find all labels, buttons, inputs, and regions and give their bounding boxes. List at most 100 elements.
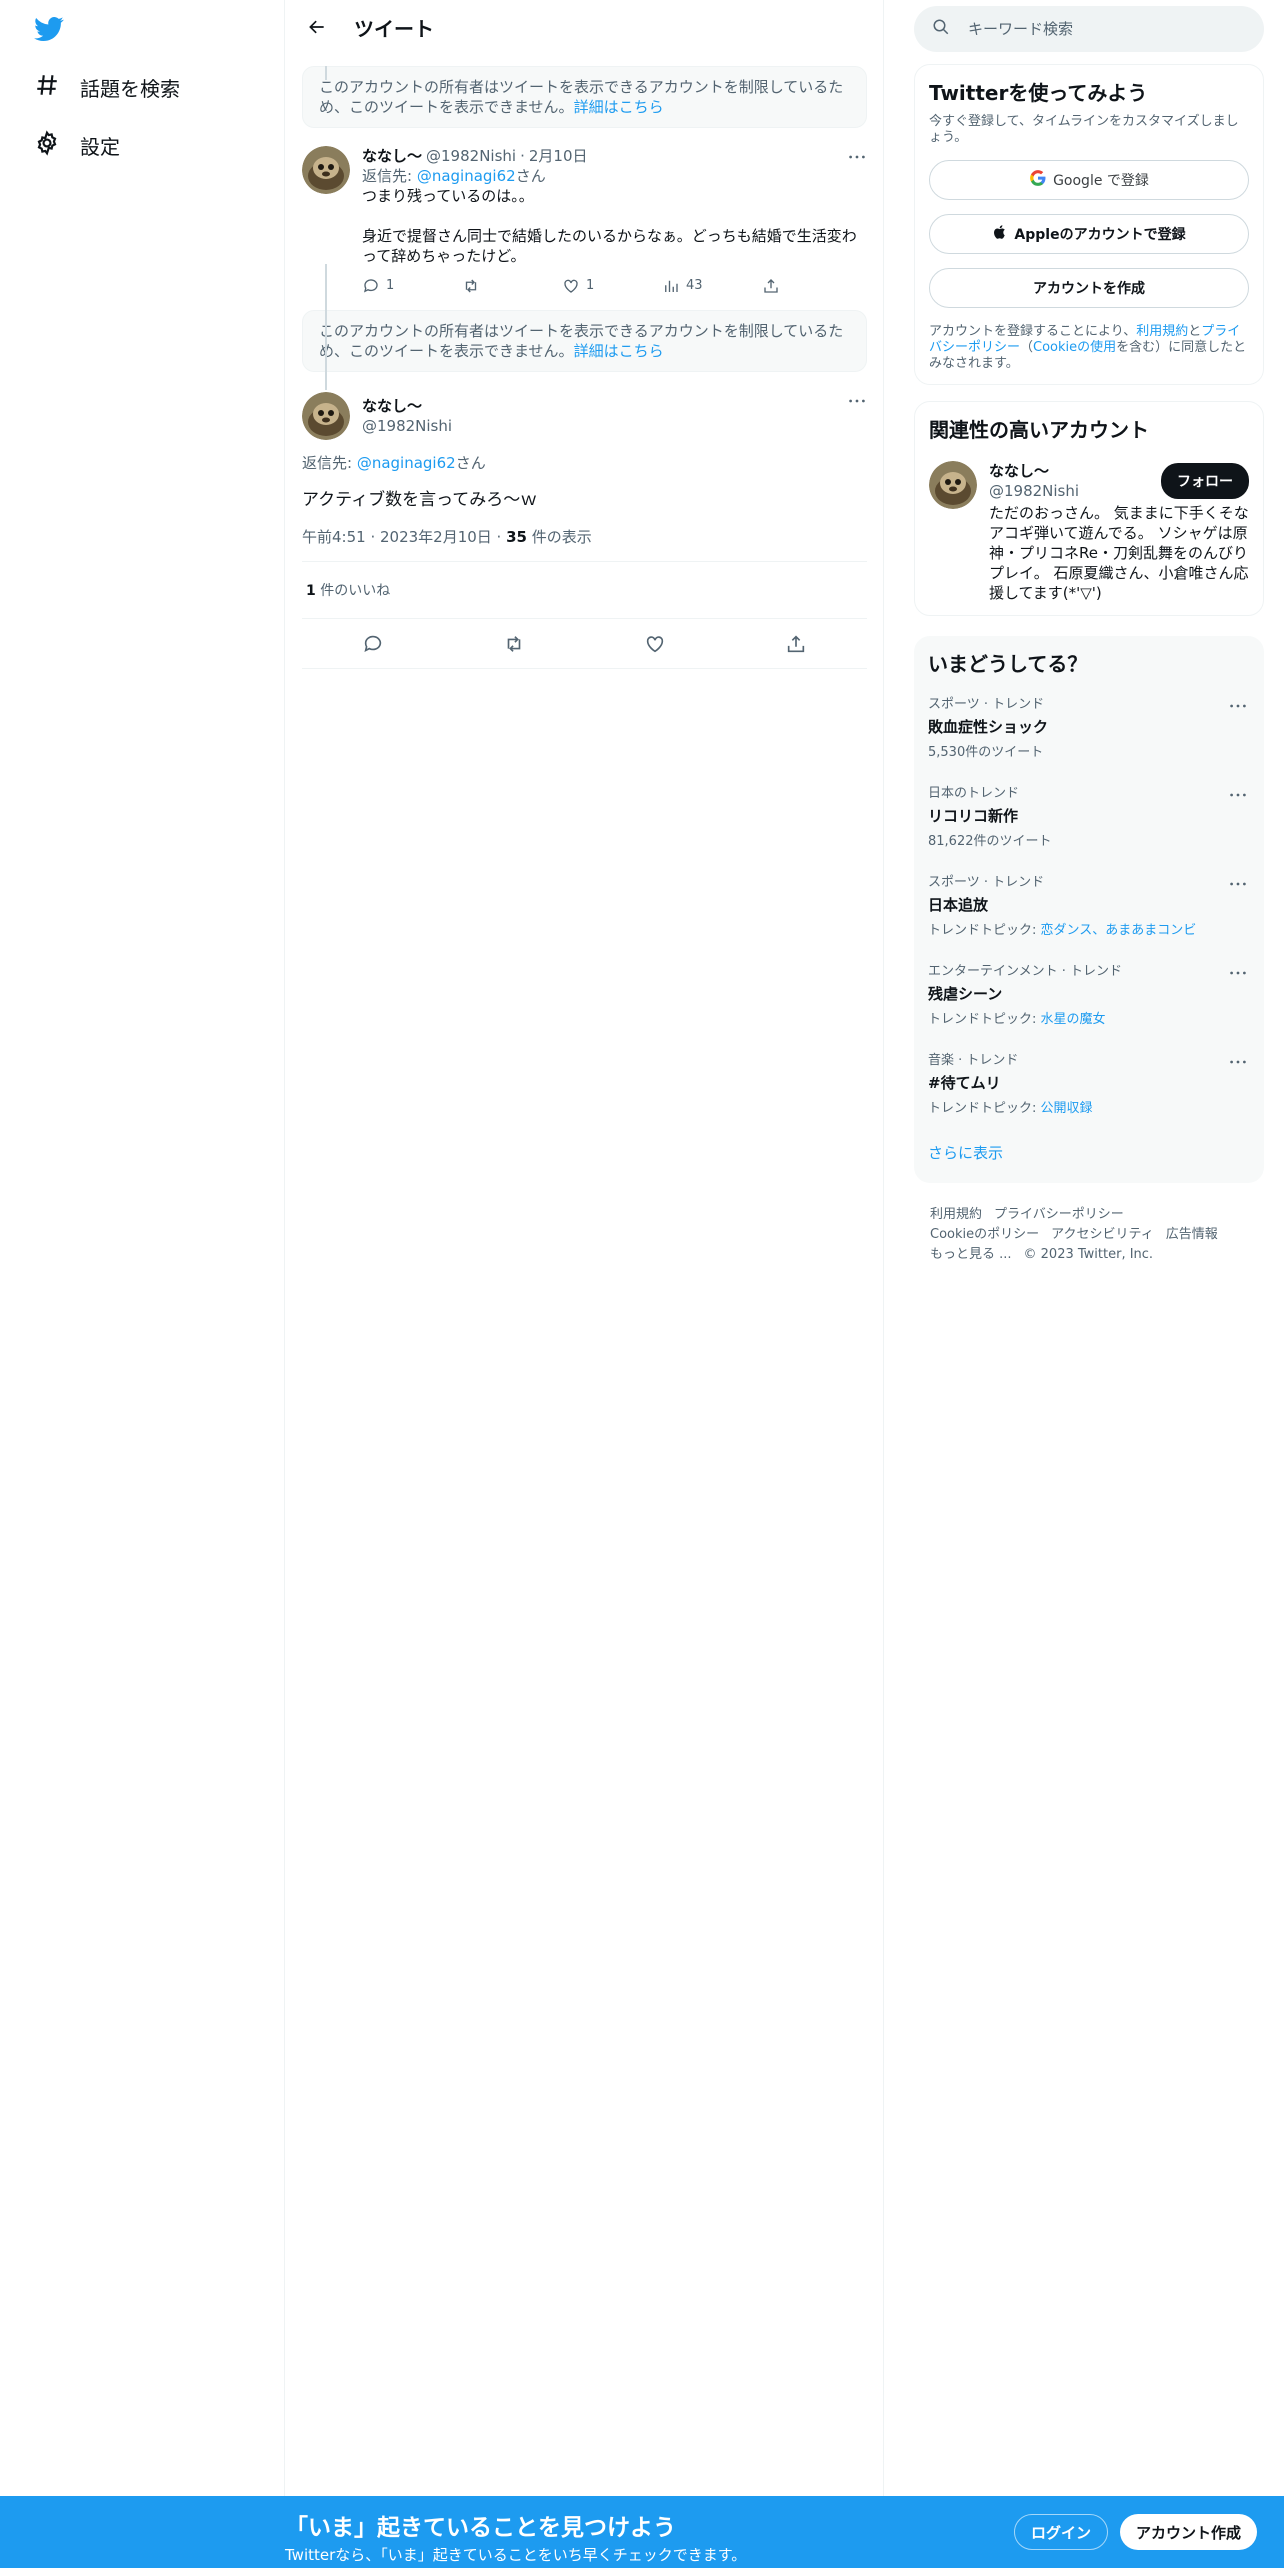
trend-sub-link[interactable]: 水星の魔女 bbox=[1041, 1012, 1106, 1027]
copyright: © 2023 Twitter, Inc. bbox=[1023, 1247, 1154, 1262]
reply-to-link[interactable]: @naginagi62 bbox=[357, 454, 456, 472]
create-account-button[interactable]: アカウントを作成 bbox=[929, 268, 1249, 308]
trends-card: いまどうしてる？ スポーツ · トレンド 敗血症性ショック 5,530件のツイー… bbox=[914, 636, 1264, 1183]
footer-link[interactable]: もっと見る ... bbox=[930, 1247, 1012, 1262]
follow-button[interactable]: フォロー bbox=[1161, 463, 1249, 499]
bottom-bar-subtitle: Twitterなら、「いま」起きていることをいち早くチェックできます。 bbox=[285, 2546, 747, 2564]
heart-icon[interactable] bbox=[644, 633, 666, 655]
gear-icon bbox=[34, 130, 60, 161]
more-options-icon[interactable] bbox=[1230, 782, 1246, 801]
avatar[interactable] bbox=[302, 392, 350, 440]
user-bio: ただのおっさん。 気ままに下手くそなアコギ弾いて遊んでる。 ソシャゲは原神・プリ… bbox=[989, 504, 1249, 602]
footer-link[interactable]: 広告情報 bbox=[1166, 1227, 1218, 1242]
display-name[interactable]: ななし～ bbox=[362, 146, 422, 166]
trend-sub-link[interactable]: 公開収録 bbox=[1041, 1101, 1093, 1116]
google-signup-label: Google で登録 bbox=[1053, 173, 1149, 189]
more-options-icon[interactable] bbox=[847, 150, 867, 164]
back-arrow-icon[interactable] bbox=[300, 10, 334, 44]
retweet-icon bbox=[465, 279, 477, 293]
trend-item[interactable]: 日本のトレンド リコリコ新作 81,622件のツイート bbox=[928, 782, 1250, 849]
search-box[interactable] bbox=[914, 6, 1264, 52]
user-handle[interactable]: @1982Nishi bbox=[362, 416, 452, 436]
login-button[interactable]: ログイン bbox=[1014, 2514, 1109, 2550]
reply-to-link[interactable]: @naginagi62 bbox=[417, 167, 516, 185]
sidebar-item-explore[interactable]: 話題を検索 bbox=[34, 72, 180, 103]
tweet-text: アクティブ数を言ってみろ～ｗ bbox=[302, 490, 538, 510]
trend-category: 日本のトレンド bbox=[928, 786, 1020, 801]
like-count: 1 bbox=[306, 583, 316, 599]
trend-name: #待てムリ bbox=[928, 1074, 1001, 1092]
tweet-timestamp[interactable]: 午前4:51 · 2023年2月10日 · bbox=[302, 528, 506, 546]
restricted-tweet-notice: このアカウントの所有者はツイートを表示できるアカウントを制限しているため、このツ… bbox=[302, 66, 867, 128]
user-handle[interactable]: @1982Nishi bbox=[426, 146, 516, 166]
reply-suffix: さん bbox=[455, 454, 486, 472]
more-options-icon[interactable] bbox=[1230, 871, 1246, 890]
heart-icon bbox=[564, 279, 578, 293]
cookie-prefix: （ bbox=[1020, 340, 1034, 355]
trends-title: いまどうしてる？ bbox=[928, 652, 1088, 676]
trend-item[interactable]: 音楽 · トレンド #待てムリ トレンドトピック: 公開収録 bbox=[928, 1049, 1250, 1116]
footer-link[interactable]: プライバシーポリシー bbox=[994, 1207, 1124, 1222]
likes-label: 件のいいね bbox=[315, 583, 391, 599]
avatar[interactable] bbox=[302, 146, 350, 194]
footer-link[interactable]: 利用規約 bbox=[930, 1207, 982, 1222]
share-button[interactable] bbox=[762, 276, 862, 296]
retweet-button[interactable] bbox=[462, 276, 562, 296]
trend-item[interactable]: エンターテインメント · トレンド 残虐シーン トレンドトピック: 水星の魔女 bbox=[928, 960, 1250, 1027]
related-account[interactable]: ななし～ @1982Nishi ただのおっさん。 気ままに下手くそなアコギ弾いて… bbox=[929, 461, 1249, 603]
likes-summary[interactable]: 1 件のいいね bbox=[302, 562, 867, 619]
apple-signup-label: Appleのアカウントで登録 bbox=[1014, 227, 1186, 243]
footer-link[interactable]: アクセシビリティ bbox=[1051, 1227, 1154, 1242]
signup-button[interactable]: アカウント作成 bbox=[1120, 2514, 1258, 2550]
tweet-text-line-1: つまり残っているのは。。 bbox=[362, 187, 534, 205]
more-options-icon[interactable] bbox=[1230, 1049, 1246, 1068]
tweet-actions bbox=[302, 619, 867, 669]
trend-item[interactable]: スポーツ · トレンド 敗血症性ショック 5,530件のツイート bbox=[928, 693, 1250, 760]
google-icon bbox=[1029, 169, 1047, 191]
more-options-icon[interactable] bbox=[1230, 693, 1246, 712]
more-options-icon[interactable] bbox=[1230, 960, 1246, 979]
restricted-notice-link[interactable]: 詳細はこちら bbox=[574, 98, 664, 116]
signup-card-subtitle: 今すぐ登録して、タイムラインをカスタマイズしましょう。 bbox=[929, 114, 1239, 145]
trend-sub-prefix: 5,530件のツイート bbox=[928, 745, 1044, 760]
trend-name: 日本追放 bbox=[928, 896, 989, 914]
avatar[interactable] bbox=[929, 461, 977, 509]
show-more-link[interactable]: さらに表示 bbox=[928, 1142, 1250, 1163]
trend-subtext: トレンドトピック: 公開収録 bbox=[928, 1097, 1250, 1116]
google-signup-button[interactable]: Google で登録 bbox=[929, 160, 1249, 200]
views-button[interactable]: 43 bbox=[662, 276, 762, 296]
sidebar-item-settings[interactable]: 設定 bbox=[34, 130, 120, 161]
more-options-icon[interactable] bbox=[847, 394, 867, 408]
signup-card: Twitterを使ってみよう 今すぐ登録して、タイムラインをカスタマイズしましょ… bbox=[914, 64, 1264, 385]
hashtag-icon bbox=[34, 72, 60, 103]
trend-sub-prefix: トレンドトピック: bbox=[928, 923, 1041, 938]
reply-context: 返信先: @naginagi62さん bbox=[362, 166, 867, 186]
reply-prefix: 返信先: bbox=[362, 167, 417, 185]
footer-links: 利用規約 プライバシーポリシー Cookieのポリシー アクセシビリティ 広告情報 も… bbox=[930, 1205, 1248, 1265]
search-input[interactable] bbox=[968, 20, 1228, 38]
display-name[interactable]: ななし～ bbox=[362, 396, 452, 416]
reply-icon[interactable] bbox=[362, 633, 384, 655]
apple-signup-button[interactable]: Appleのアカウントで登録 bbox=[929, 214, 1249, 254]
restricted-notice-link[interactable]: 詳細はこちら bbox=[574, 342, 664, 360]
trend-category: スポーツ · トレンド bbox=[928, 697, 1045, 712]
views-label: 件の表示 bbox=[526, 528, 592, 546]
reply-button[interactable]: 1 bbox=[362, 276, 462, 296]
restricted-tweet-notice: このアカウントの所有者はツイートを表示できるアカウントを制限しているため、このツ… bbox=[302, 310, 867, 372]
tweet-date[interactable]: 2月10日 bbox=[529, 146, 588, 166]
reply-tweet[interactable]: ななし～ @1982Nishi · 2月10日 返信先: @naginagi62… bbox=[286, 136, 883, 306]
trend-subtext: トレンドトピック: 水星の魔女 bbox=[928, 1008, 1250, 1027]
retweet-icon[interactable] bbox=[503, 633, 525, 655]
terms-and: と bbox=[1188, 324, 1202, 339]
trend-sub-link[interactable]: 恋ダンス、あまあまコンビ bbox=[1041, 923, 1197, 938]
terms-link[interactable]: 利用規約 bbox=[1136, 324, 1188, 339]
related-accounts-card: 関連性の高いアカウント ななし～ @1982Nishi ただのおっさん。 気まま… bbox=[914, 401, 1264, 616]
trend-subtext: 81,622件のツイート bbox=[928, 830, 1250, 849]
signup-card-title: Twitterを使ってみよう bbox=[929, 81, 1148, 105]
twitter-bird-icon[interactable] bbox=[34, 14, 64, 44]
cookie-link[interactable]: Cookieの使用 bbox=[1033, 340, 1116, 355]
footer-link[interactable]: Cookieのポリシー bbox=[930, 1227, 1039, 1242]
like-button[interactable]: 1 bbox=[562, 276, 662, 296]
share-icon[interactable] bbox=[785, 633, 807, 655]
trend-item[interactable]: スポーツ · トレンド 日本追放 トレンドトピック: 恋ダンス、あまあまコンビ bbox=[928, 871, 1250, 938]
